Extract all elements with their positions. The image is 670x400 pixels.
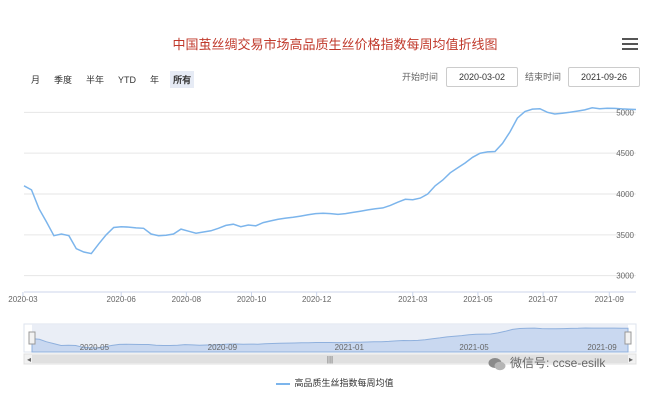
watermark-text: 微信号: ccse-esilk [510,356,606,370]
watermark: 微信号: ccse-esilk [488,354,605,371]
navigator-tick-label: 2021-09 [587,343,617,352]
x-tick-label: 2020-08 [172,295,202,304]
y-tick-label: 4500 [616,149,634,158]
x-tick-label: 2021-05 [463,295,493,304]
scrollbar-right-arrow[interactable]: ▸ [629,355,633,364]
legend-swatch [276,382,291,385]
navigator-tick-label: 2021-01 [335,343,365,352]
y-tick-label: 3500 [616,231,634,240]
chart-canvas: 300035004000450050002020-03 2020-06 2020-0… [8,107,637,365]
x-tick-label: 2020-12 [302,295,332,304]
x-tick-label: 2020-06 [107,295,137,304]
navigator-tick-label: 2020-05 [80,343,110,352]
series-line [23,107,637,255]
x-tick-label: 2021-09 [595,295,625,304]
scrollbar-grip-icon: ||| [327,355,333,364]
y-tick-label: 4000 [616,190,634,199]
navigator-tick-label: 2021-05 [459,343,489,352]
navigator-right-handle[interactable] [624,331,632,345]
x-tick-label: 2020-03 [8,295,38,304]
navigator-tick-label: 2020-09 [208,343,238,352]
x-tick-label: 2020-10 [237,295,267,304]
scrollbar-left-arrow[interactable]: ◂ [27,355,31,364]
wechat-icon [488,357,506,371]
legend-label: 高品质生丝指数每周均值 [294,378,394,388]
navigator-left-handle[interactable] [28,331,36,345]
x-tick-label: 2021-03 [398,295,428,304]
legend[interactable]: 高品质生丝指数每周均值 [0,376,670,389]
y-tick-label: 3000 [616,272,634,281]
x-tick-label: 2021-07 [528,295,558,304]
